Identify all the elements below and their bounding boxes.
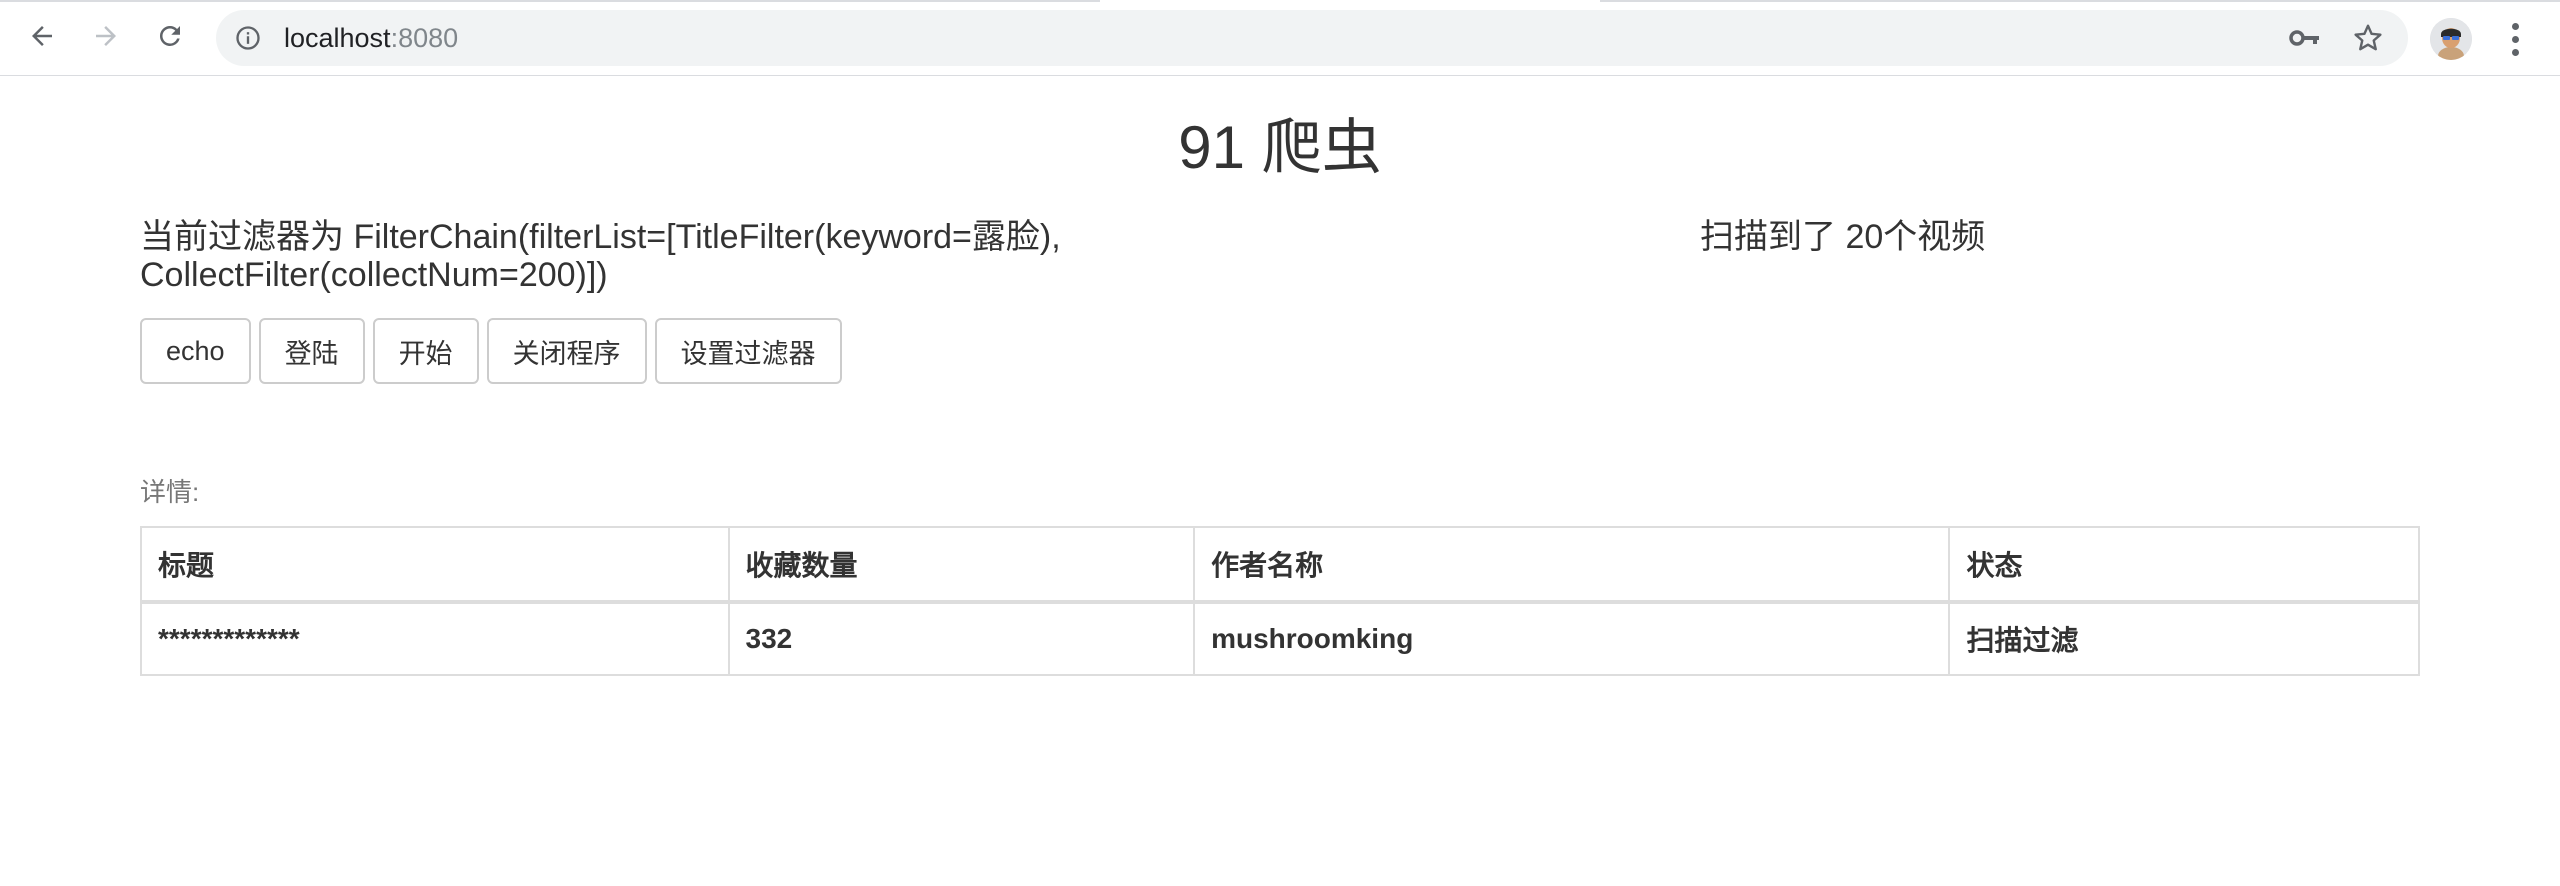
header-author-name: 作者名称 bbox=[1193, 526, 1951, 604]
url-port: :8080 bbox=[390, 23, 459, 53]
start-button[interactable]: 开始 bbox=[372, 318, 479, 384]
tab-strip-line bbox=[0, 0, 1100, 2]
cell-collect-count: 332 bbox=[727, 601, 1196, 676]
header-collect-count: 收藏数量 bbox=[727, 526, 1196, 604]
login-button[interactable]: 登陆 bbox=[258, 318, 365, 384]
table-row: ************* 332 mushroomking 扫描过滤 bbox=[140, 601, 2420, 676]
back-button[interactable] bbox=[20, 14, 64, 58]
profile-avatar[interactable] bbox=[2430, 18, 2472, 60]
tab-strip-line bbox=[1600, 0, 2560, 2]
header-title: 标题 bbox=[140, 526, 730, 604]
forward-button[interactable] bbox=[84, 14, 128, 58]
filter-line-1: 当前过滤器为 FilterChain(filterList=[TitleFilt… bbox=[140, 218, 1061, 256]
address-bar[interactable]: localhost:8080 bbox=[216, 10, 2408, 66]
header-status: 状态 bbox=[1948, 526, 2420, 604]
action-buttons: echo 登陆 开始 关闭程序 设置过滤器 bbox=[140, 318, 842, 384]
page-title: 91 爬虫 bbox=[1178, 114, 1382, 181]
avatar-icon bbox=[2430, 18, 2472, 60]
url-text[interactable]: localhost:8080 bbox=[284, 24, 458, 52]
table-header-row: 标题 收藏数量 作者名称 状态 bbox=[140, 526, 2420, 604]
forward-arrow-icon bbox=[96, 26, 116, 46]
browser-toolbar: localhost:8080 bbox=[0, 0, 2560, 76]
cell-author-name: mushroomking bbox=[1193, 601, 1951, 676]
cell-status: 扫描过滤 bbox=[1948, 601, 2420, 676]
reload-button[interactable] bbox=[148, 14, 192, 58]
set-filter-button[interactable]: 设置过滤器 bbox=[654, 318, 842, 384]
bookmark-star-icon[interactable] bbox=[2350, 20, 2386, 56]
key-icon[interactable] bbox=[2288, 22, 2322, 54]
details-label: 详情: bbox=[140, 477, 200, 507]
close-program-button[interactable]: 关闭程序 bbox=[486, 318, 647, 384]
back-arrow-icon bbox=[32, 26, 52, 46]
scan-status-text: 扫描到了 20个视频 bbox=[1700, 218, 1986, 256]
site-info-icon[interactable] bbox=[234, 24, 262, 52]
reload-icon bbox=[159, 25, 180, 46]
browser-menu-icon[interactable] bbox=[2500, 18, 2530, 60]
echo-button[interactable]: echo bbox=[140, 318, 251, 384]
current-filter-text: 当前过滤器为 FilterChain(filterList=[TitleFilt… bbox=[140, 218, 1260, 294]
cell-title: ************* bbox=[140, 601, 730, 676]
url-host: localhost bbox=[284, 23, 391, 53]
filter-line-2: CollectFilter(collectNum=200)]) bbox=[140, 256, 608, 294]
details-table: 标题 收藏数量 作者名称 状态 ************* 332 mushro… bbox=[140, 526, 2420, 676]
